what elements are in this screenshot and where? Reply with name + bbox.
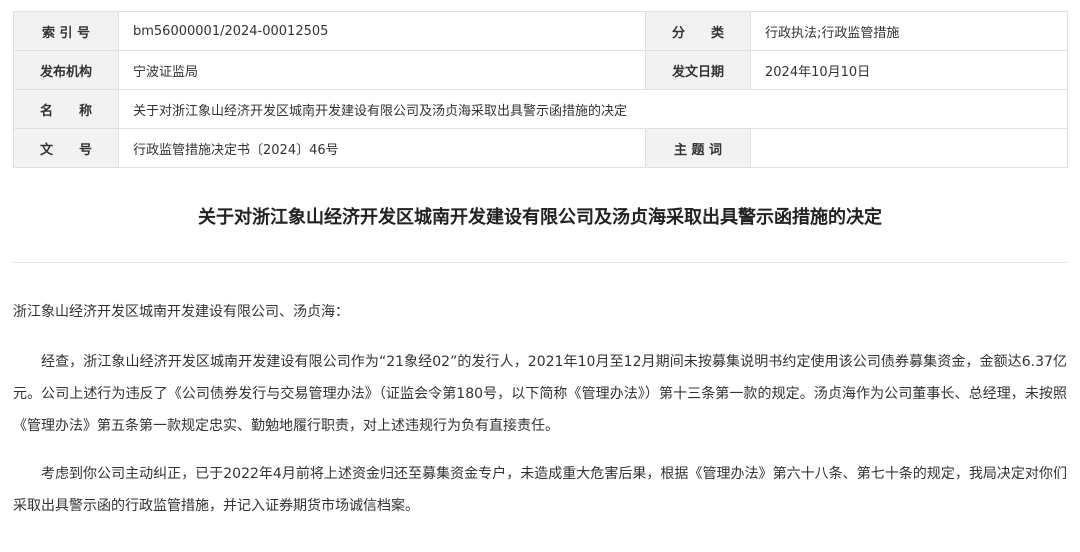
date-label: 发文日期 xyxy=(645,50,751,90)
date-value: 2024年10月10日 xyxy=(750,50,1068,90)
page: 索 引 号 bm56000001/2024-00012505 分 类 行政执法;… xyxy=(0,0,1080,552)
category-value: 行政执法;行政监管措施 xyxy=(750,11,1068,51)
info-row-issuer: 发布机构 宁波证监局 发文日期 2024年10月10日 xyxy=(13,50,1068,90)
info-row-name: 名 称 关于对浙江象山经济开发区城南开发建设有限公司及汤贞海采取出具警示函措施的… xyxy=(13,89,1068,129)
info-row-index: 索 引 号 bm56000001/2024-00012505 分 类 行政执法;… xyxy=(13,11,1068,51)
salutation: 浙江象山经济开发区城南开发建设有限公司、汤贞海： xyxy=(13,304,349,320)
title-divider xyxy=(13,262,1067,263)
docno-value: 行政监管措施决定书〔2024〕46号 xyxy=(118,128,646,168)
subject-label: 主 题 词 xyxy=(645,128,751,168)
issuer-value: 宁波证监局 xyxy=(118,50,646,90)
paragraph-findings: 经查，浙江象山经济开发区城南开发建设有限公司作为“21象经02”的发行人，202… xyxy=(13,354,1067,434)
issuer-label: 发布机构 xyxy=(13,50,119,90)
name-value: 关于对浙江象山经济开发区城南开发建设有限公司及汤贞海采取出具警示函措施的决定 xyxy=(118,89,1068,129)
name-label: 名 称 xyxy=(13,89,119,129)
article-title: 关于对浙江象山经济开发区城南开发建设有限公司及汤贞海采取出具警示函措施的决定 xyxy=(198,207,882,228)
subject-value xyxy=(750,128,1068,168)
info-row-docno: 文 号 行政监管措施决定书〔2024〕46号 主 题 词 xyxy=(13,128,1068,168)
index-label: 索 引 号 xyxy=(13,11,119,51)
category-label: 分 类 xyxy=(645,11,751,51)
docno-label: 文 号 xyxy=(13,128,119,168)
document-info-table: 索 引 号 bm56000001/2024-00012505 分 类 行政执法;… xyxy=(13,11,1068,168)
paragraph-decision: 考虑到你公司主动纠正，已于2022年4月前将上述资金归还至募集资金专户，未造成重… xyxy=(13,466,1067,514)
index-value: bm56000001/2024-00012505 xyxy=(118,11,646,51)
article-body: 浙江象山经济开发区城南开发建设有限公司、汤贞海： 经查，浙江象山经济开发区城南开… xyxy=(13,296,1067,538)
